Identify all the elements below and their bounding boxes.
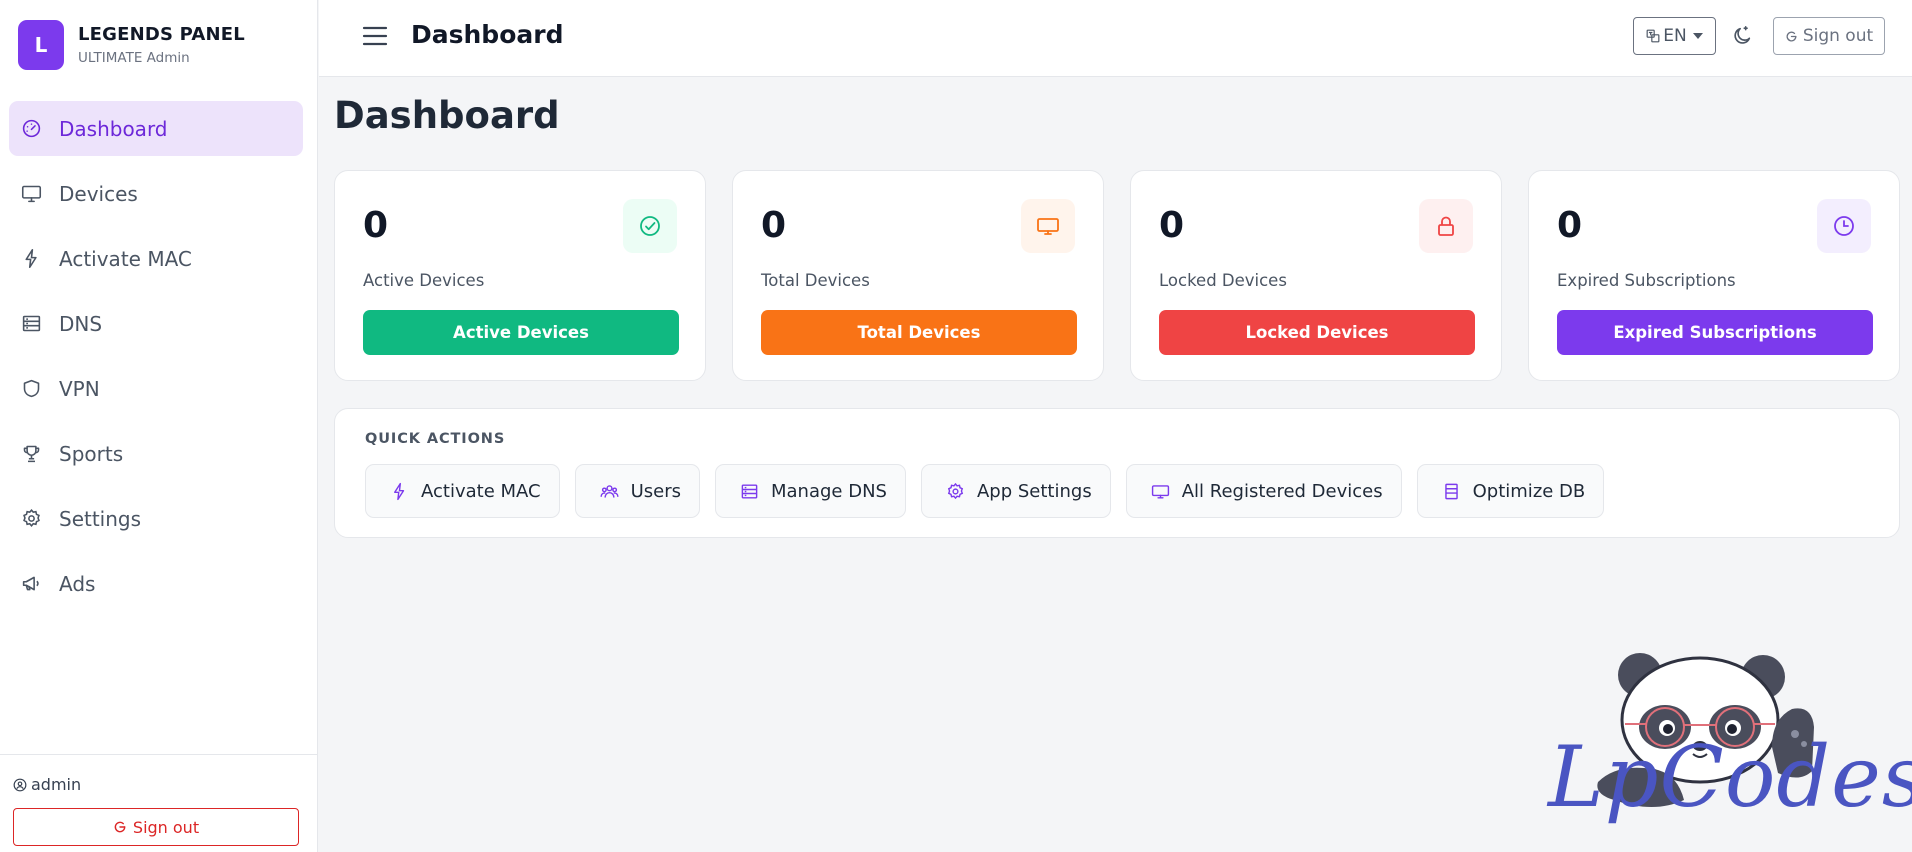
- page-title: Dashboard: [334, 94, 560, 137]
- quick-action-label: Activate MAC: [421, 480, 541, 502]
- quick-action-label: Optimize DB: [1472, 480, 1586, 502]
- shield-icon: [20, 378, 42, 400]
- stat-label: Expired Subscriptions: [1557, 271, 1736, 290]
- chevron-down-icon: [1692, 33, 1703, 39]
- stat-card-active-devices: 0 Active Devices Active Devices: [334, 170, 706, 381]
- sidebar-sign-out-label: Sign out: [132, 817, 200, 837]
- brand-subtitle: ULTIMATE Admin: [78, 50, 190, 66]
- sidebar-sign-out-button[interactable]: Sign out: [13, 808, 299, 846]
- monitor-icon: [1021, 199, 1075, 253]
- check-circle-icon: [623, 199, 677, 253]
- active-devices-button[interactable]: Active Devices: [363, 310, 679, 355]
- quick-action-all-registered-devices[interactable]: All Registered Devices: [1125, 464, 1402, 518]
- sidebar-item-label: Sports: [59, 441, 124, 466]
- stat-card-total-devices: 0 Total Devices Total Devices: [732, 170, 1104, 381]
- sidebar-item-settings[interactable]: Settings: [9, 491, 303, 546]
- topbar-sign-out-button[interactable]: Sign out: [1773, 17, 1885, 55]
- sidebar-item-label: Dashboard: [59, 116, 168, 141]
- sidebar-item-label: VPN: [59, 376, 100, 401]
- theme-toggle-button[interactable]: [1727, 20, 1757, 52]
- sidebar-item-dns[interactable]: DNS: [9, 296, 303, 351]
- google-icon: [114, 821, 126, 833]
- total-devices-button[interactable]: Total Devices: [761, 310, 1077, 355]
- bolt-icon: [394, 482, 405, 500]
- sidebar-item-sports[interactable]: Sports: [9, 426, 303, 481]
- clock-icon: [1817, 199, 1871, 253]
- quick-actions-row: Activate MAC Users Manage DNS App Settin…: [365, 464, 1619, 518]
- language-dropdown[interactable]: EN: [1633, 17, 1716, 55]
- sidebar-item-label: Ads: [59, 571, 96, 596]
- language-label: EN: [1663, 26, 1687, 46]
- stat-card-locked-devices: 0 Locked Devices Locked Devices: [1130, 170, 1502, 381]
- menu-toggle-button[interactable]: [362, 24, 388, 48]
- translate-icon: [1646, 29, 1660, 43]
- sidebar-footer: admin Sign out: [0, 754, 318, 852]
- stat-label: Active Devices: [363, 271, 485, 290]
- quick-action-label: Manage DNS: [771, 480, 887, 502]
- monitor-icon: [20, 183, 42, 205]
- user-circle-icon: [13, 778, 27, 791]
- quick-action-label: All Registered Devices: [1181, 480, 1383, 502]
- user-name: admin: [31, 775, 82, 794]
- stat-value: 0: [1159, 205, 1185, 246]
- quick-action-label: Users: [630, 480, 681, 502]
- quick-actions-card: QUICK ACTIONS Activate MAC Users Manage …: [334, 408, 1900, 538]
- stat-value: 0: [1557, 205, 1583, 246]
- expired-subscriptions-button[interactable]: Expired Subscriptions: [1557, 310, 1873, 355]
- stat-card-expired-subscriptions: 0 Expired Subscriptions Expired Subscrip…: [1528, 170, 1900, 381]
- sidebar-item-label: Activate MAC: [59, 246, 192, 271]
- sidebar-item-ads[interactable]: Ads: [9, 556, 303, 611]
- megaphone-icon: [20, 573, 42, 595]
- stat-label: Total Devices: [761, 271, 870, 290]
- stat-value: 0: [761, 205, 787, 246]
- sidebar-item-label: Devices: [59, 181, 138, 206]
- sidebar-nav: Dashboard Devices Activate MAC DNS VPN S…: [9, 101, 303, 621]
- stat-label: Locked Devices: [1159, 271, 1287, 290]
- brand-text: LEGENDS PANEL ULTIMATE Admin: [78, 24, 245, 66]
- stat-value: 0: [363, 205, 389, 246]
- sidebar-item-label: Settings: [59, 506, 142, 531]
- server-icon: [20, 313, 42, 335]
- brand[interactable]: L LEGENDS PANEL ULTIMATE Admin: [18, 20, 245, 70]
- bolt-icon: [20, 248, 42, 270]
- sidebar-item-vpn[interactable]: VPN: [9, 361, 303, 416]
- sidebar-item-label: DNS: [59, 311, 103, 336]
- sidebar-item-devices[interactable]: Devices: [9, 166, 303, 221]
- topbar: Dashboard EN Sign out: [319, 0, 1912, 77]
- gear-icon: [947, 482, 964, 499]
- lock-icon: [1419, 199, 1473, 253]
- sidebar: L LEGENDS PANEL ULTIMATE Admin Dashboard…: [0, 0, 318, 852]
- gear-icon: [20, 508, 42, 530]
- locked-devices-button[interactable]: Locked Devices: [1159, 310, 1475, 355]
- hamburger-icon: [362, 26, 388, 46]
- moon-icon: [1734, 26, 1751, 44]
- current-user: admin: [13, 775, 81, 794]
- sidebar-item-activate-mac[interactable]: Activate MAC: [9, 231, 303, 286]
- watermark-text: LpCodes: [1548, 728, 1912, 826]
- monitor-icon: [1151, 484, 1169, 499]
- quick-action-activate-mac[interactable]: Activate MAC: [365, 464, 560, 518]
- google-icon: [1786, 31, 1797, 41]
- quick-actions-title: QUICK ACTIONS: [365, 431, 506, 447]
- quick-action-app-settings[interactable]: App Settings: [920, 464, 1111, 518]
- brand-name: LEGENDS PANEL: [78, 24, 245, 45]
- quick-action-manage-dns[interactable]: Manage DNS: [715, 464, 906, 518]
- server-icon: [741, 483, 758, 499]
- topbar-sign-out-label: Sign out: [1802, 26, 1874, 46]
- users-icon: [600, 484, 619, 498]
- trophy-icon: [20, 443, 42, 465]
- sidebar-item-dashboard[interactable]: Dashboard: [9, 101, 303, 156]
- quick-action-label: App Settings: [976, 480, 1092, 502]
- quick-action-users[interactable]: Users: [574, 464, 700, 518]
- database-icon: [1444, 483, 1458, 499]
- quick-action-optimize-db[interactable]: Optimize DB: [1416, 464, 1605, 518]
- topbar-title: Dashboard: [411, 20, 564, 49]
- gauge-icon: [20, 118, 42, 140]
- brand-logo: L: [18, 20, 64, 70]
